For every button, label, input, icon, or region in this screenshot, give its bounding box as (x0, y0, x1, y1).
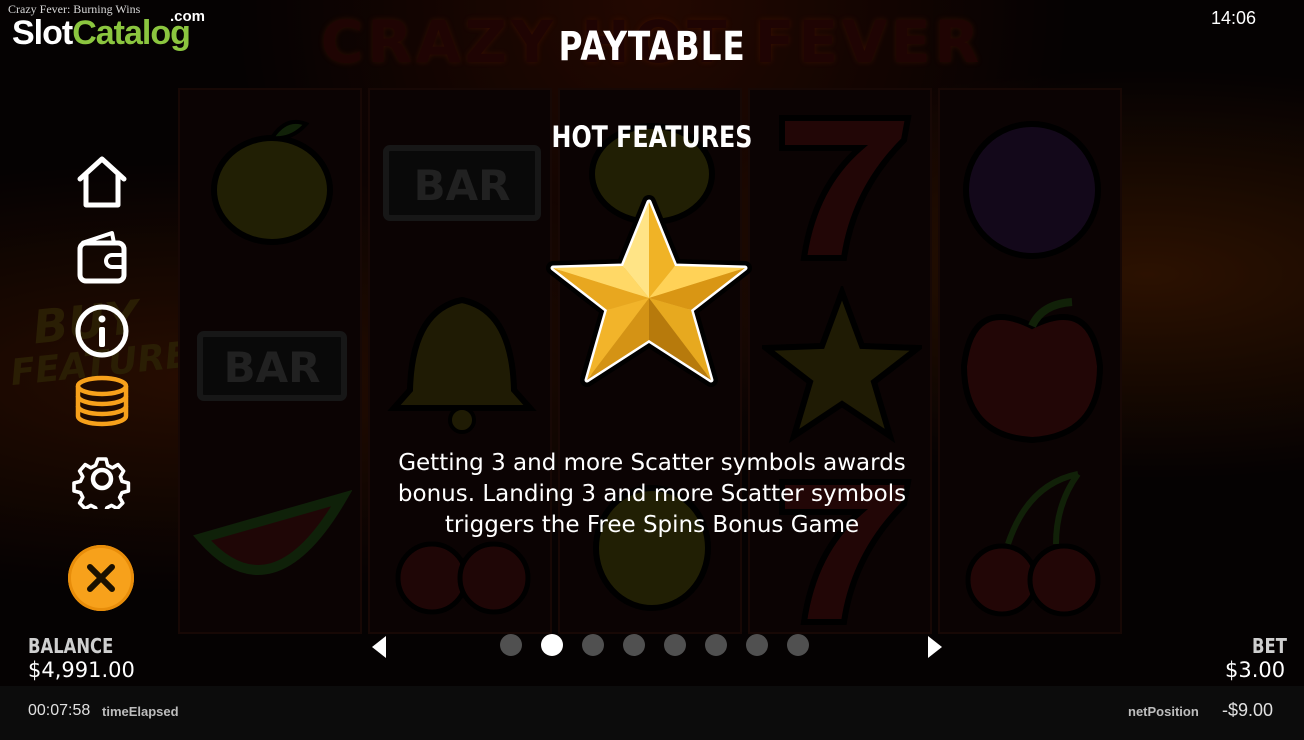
balance-value: $4,991.00 (28, 658, 135, 682)
watermark-slot: Slot (12, 14, 73, 52)
page-dot[interactable] (582, 634, 604, 656)
paytable-title: PAYTABLE (558, 24, 746, 70)
wallet-icon (77, 231, 127, 284)
info-icon (75, 304, 129, 358)
coins-icon (75, 375, 129, 427)
page-dot[interactable] (541, 634, 563, 656)
net-position-label: netPosition (1128, 704, 1199, 719)
coins-button[interactable] (68, 374, 136, 436)
close-button[interactable] (68, 545, 134, 611)
arrow-right-icon (928, 636, 942, 658)
feature-description: Getting 3 and more Scatter symbols award… (397, 450, 907, 538)
previous-page-button[interactable] (368, 634, 392, 660)
arrow-left-icon (372, 636, 386, 658)
clock: 14:06 (1210, 8, 1256, 28)
page-dot[interactable] (664, 634, 686, 656)
page-dot[interactable] (787, 634, 809, 656)
gear-icon (72, 457, 131, 509)
time-elapsed-value: 00:07:58 (28, 702, 91, 719)
next-page-button[interactable] (922, 634, 946, 660)
balance-label: BALANCE (28, 634, 114, 658)
bet-label: BET (1252, 634, 1287, 658)
home-button[interactable] (68, 150, 136, 212)
home-icon (77, 156, 127, 208)
settings-button[interactable] (68, 448, 136, 510)
close-icon (87, 564, 115, 592)
scatter-star-icon (545, 194, 753, 394)
bet-value: $3.00 (1225, 658, 1286, 682)
page-dot[interactable] (746, 634, 768, 656)
info-button[interactable] (68, 300, 136, 362)
watermark-domain: .com (170, 8, 206, 25)
time-elapsed-label: timeElapsed (102, 704, 179, 719)
wallet-button[interactable] (68, 226, 136, 288)
net-position-value: -$9.00 (1222, 700, 1274, 720)
page-dot[interactable] (705, 634, 727, 656)
feature-subtitle: HOT FEATURES (551, 120, 753, 154)
session-footer: 00:07:58 timeElapsed netPosition -$9.00 (0, 686, 1304, 740)
page-dot[interactable] (623, 634, 645, 656)
page-dot[interactable] (500, 634, 522, 656)
